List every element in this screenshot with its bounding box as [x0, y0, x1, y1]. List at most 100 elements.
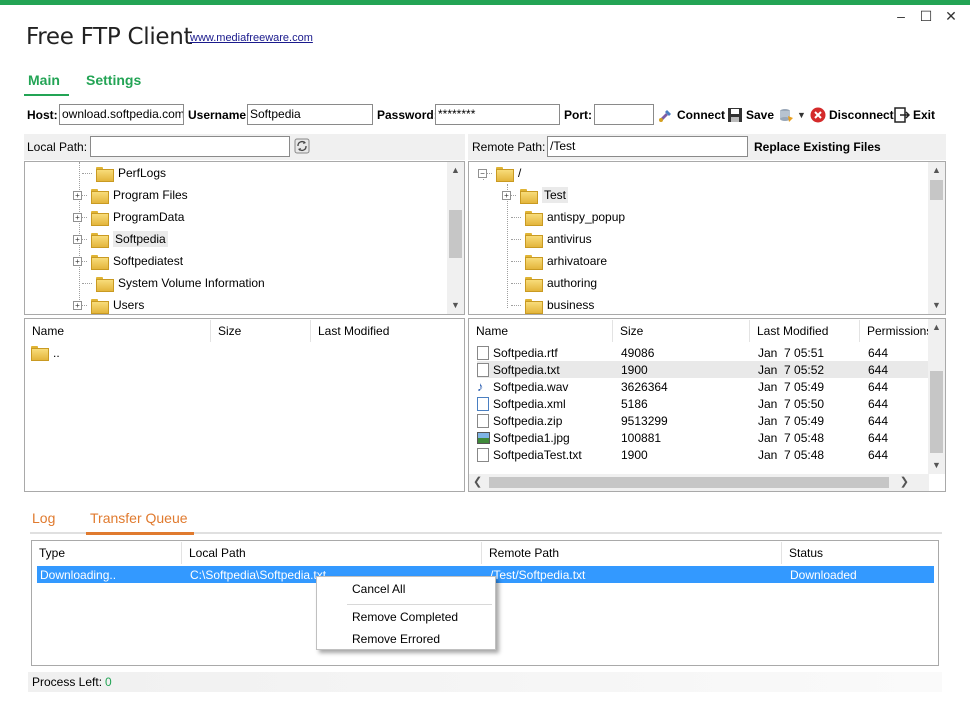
exit-button[interactable]: Exit: [894, 105, 935, 125]
website-link[interactable]: www.mediafreeware.com: [190, 32, 313, 44]
folder-icon: [496, 166, 514, 182]
tree-item-antivirus[interactable]: antivirus: [502, 228, 592, 250]
maximize-button[interactable]: ☐: [916, 8, 936, 25]
port-input[interactable]: [594, 104, 654, 125]
host-input[interactable]: ownload.softpedia.com: [59, 104, 184, 125]
table-row[interactable]: Softpedia.rtf 49086 Jan 7 05:51 644: [477, 344, 929, 361]
tree-item-antispy-popup[interactable]: antispy_popup: [502, 206, 625, 228]
column-permissions[interactable]: Permissions: [860, 320, 932, 342]
local-file-list[interactable]: Name Size Last Modified ..: [24, 318, 465, 492]
folder-icon: [91, 254, 109, 270]
tab-log[interactable]: Log: [32, 510, 55, 526]
connect-button[interactable]: Connect: [658, 105, 725, 125]
password-input[interactable]: ********: [435, 104, 560, 125]
scroll-up-icon[interactable]: ▲: [928, 319, 945, 336]
menu-item-remove-completed[interactable]: Remove Completed: [352, 610, 458, 624]
minimize-button[interactable]: –: [891, 8, 911, 24]
list-item[interactable]: ..: [31, 344, 60, 361]
scroll-right-icon[interactable]: ❯: [900, 475, 909, 488]
expand-icon[interactable]: +: [502, 190, 511, 200]
title-accent-bar: [0, 0, 970, 5]
tree-item-authoring[interactable]: authoring: [502, 272, 597, 294]
column-size[interactable]: Size: [211, 320, 311, 342]
remote-path-input[interactable]: /Test: [547, 136, 748, 157]
collapse-icon[interactable]: −: [478, 168, 487, 178]
scroll-thumb[interactable]: [489, 477, 889, 488]
column-name[interactable]: Name: [469, 320, 613, 342]
scroll-down-icon[interactable]: ▼: [928, 457, 945, 474]
tree-item-program-files[interactable]: + Program Files: [73, 184, 188, 206]
column-remote-path[interactable]: Remote Path: [482, 542, 782, 564]
status-bar: Process Left: 0: [28, 672, 942, 692]
table-row[interactable]: ♪ Softpedia.wav 3626364 Jan 7 05:49 644: [477, 378, 929, 395]
scroll-left-icon[interactable]: ❮: [473, 475, 482, 488]
column-last-modified[interactable]: Last Modified: [311, 320, 464, 342]
active-tab-indicator: [24, 94, 69, 96]
profiles-dropdown[interactable]: ▼: [778, 105, 806, 125]
local-tree-scrollbar[interactable]: ▲ ▼: [447, 162, 464, 314]
local-path-input[interactable]: [90, 136, 290, 157]
expand-icon[interactable]: +: [73, 234, 82, 244]
table-row[interactable]: Softpedia1.jpg 100881 Jan 7 05:48 644: [477, 429, 929, 446]
expand-icon[interactable]: +: [73, 190, 82, 200]
scroll-thumb[interactable]: [930, 371, 943, 453]
tab-main[interactable]: Main: [28, 72, 60, 88]
replace-existing-files-option[interactable]: Replace Existing Files: [754, 140, 881, 154]
tree-item-softpedia[interactable]: + Softpedia: [73, 228, 168, 250]
remote-file-list[interactable]: Name Size Last Modified Permissions Soft…: [468, 318, 946, 492]
tree-item-softpediatest[interactable]: + Softpediatest: [73, 250, 183, 272]
remote-file-header: Name Size Last Modified Permissions: [469, 320, 932, 342]
table-row[interactable]: Softpedia.txt 1900 Jan 7 05:52 644: [477, 361, 929, 378]
tree-item-programdata[interactable]: + ProgramData: [73, 206, 184, 228]
column-local-path[interactable]: Local Path: [182, 542, 482, 564]
close-button[interactable]: ✕: [941, 8, 961, 25]
column-status[interactable]: Status: [782, 542, 932, 564]
tree-item-perflogs[interactable]: PerfLogs: [73, 162, 166, 184]
folder-icon: [525, 210, 543, 226]
scroll-down-icon[interactable]: ▼: [928, 297, 945, 314]
rtf-file-icon: [477, 345, 489, 360]
scroll-thumb[interactable]: [930, 180, 943, 200]
scroll-up-icon[interactable]: ▲: [928, 162, 945, 179]
column-type[interactable]: Type: [32, 542, 182, 564]
save-button[interactable]: Save: [727, 105, 774, 125]
host-label: Host:: [27, 108, 58, 122]
process-left-label: Process Left:: [32, 675, 103, 689]
local-folder-tree[interactable]: PerfLogs + Program Files + ProgramData + So…: [24, 161, 465, 315]
table-row[interactable]: Softpedia.zip 9513299 Jan 7 05:49 644: [477, 412, 929, 429]
refresh-icon[interactable]: [294, 138, 310, 154]
local-file-header: Name Size Last Modified: [25, 320, 464, 342]
tree-item-test[interactable]: + Test: [502, 184, 569, 206]
table-row[interactable]: SoftpediaTest.txt 1900 Jan 7 05:48 644: [477, 446, 929, 463]
scroll-thumb[interactable]: [449, 210, 462, 258]
tree-item-users[interactable]: + Users: [73, 294, 144, 314]
tab-transfer-queue[interactable]: Transfer Queue: [90, 510, 188, 526]
column-name[interactable]: Name: [25, 320, 211, 342]
scroll-up-icon[interactable]: ▲: [447, 162, 464, 179]
column-size[interactable]: Size: [613, 320, 750, 342]
username-input[interactable]: Softpedia: [247, 104, 373, 125]
remote-list-vscrollbar[interactable]: ▲ ▼: [928, 319, 945, 474]
tree-item-system-volume-information[interactable]: System Volume Information: [73, 272, 265, 294]
remote-tree-scrollbar[interactable]: ▲ ▼: [928, 162, 945, 314]
folder-icon: [96, 166, 114, 182]
xml-file-icon: [477, 396, 489, 411]
text-file-icon: [477, 447, 489, 462]
tree-item-business[interactable]: business: [502, 294, 594, 314]
remote-list-hscrollbar[interactable]: ❮ ❯: [469, 474, 929, 491]
expand-icon[interactable]: +: [73, 256, 82, 266]
expand-icon[interactable]: +: [73, 212, 82, 222]
scroll-down-icon[interactable]: ▼: [447, 297, 464, 314]
expand-icon[interactable]: +: [73, 300, 82, 310]
column-last-modified[interactable]: Last Modified: [750, 320, 860, 342]
table-row[interactable]: Softpedia.xml 5186 Jan 7 05:50 644: [477, 395, 929, 412]
menu-item-cancel-all[interactable]: Cancel All: [352, 582, 405, 596]
tab-settings[interactable]: Settings: [86, 72, 141, 88]
remote-path-label: Remote Path:: [472, 140, 546, 154]
disconnect-button[interactable]: Disconnect: [810, 105, 894, 125]
tree-item-arhivatoare[interactable]: arhivatoare: [502, 250, 607, 272]
tree-item-root[interactable]: − /: [478, 162, 521, 184]
menu-item-remove-errored[interactable]: Remove Errored: [352, 632, 440, 646]
folder-icon: [91, 188, 109, 204]
remote-folder-tree[interactable]: − / + Test antispy_popup antivirus arhivat…: [468, 161, 946, 315]
